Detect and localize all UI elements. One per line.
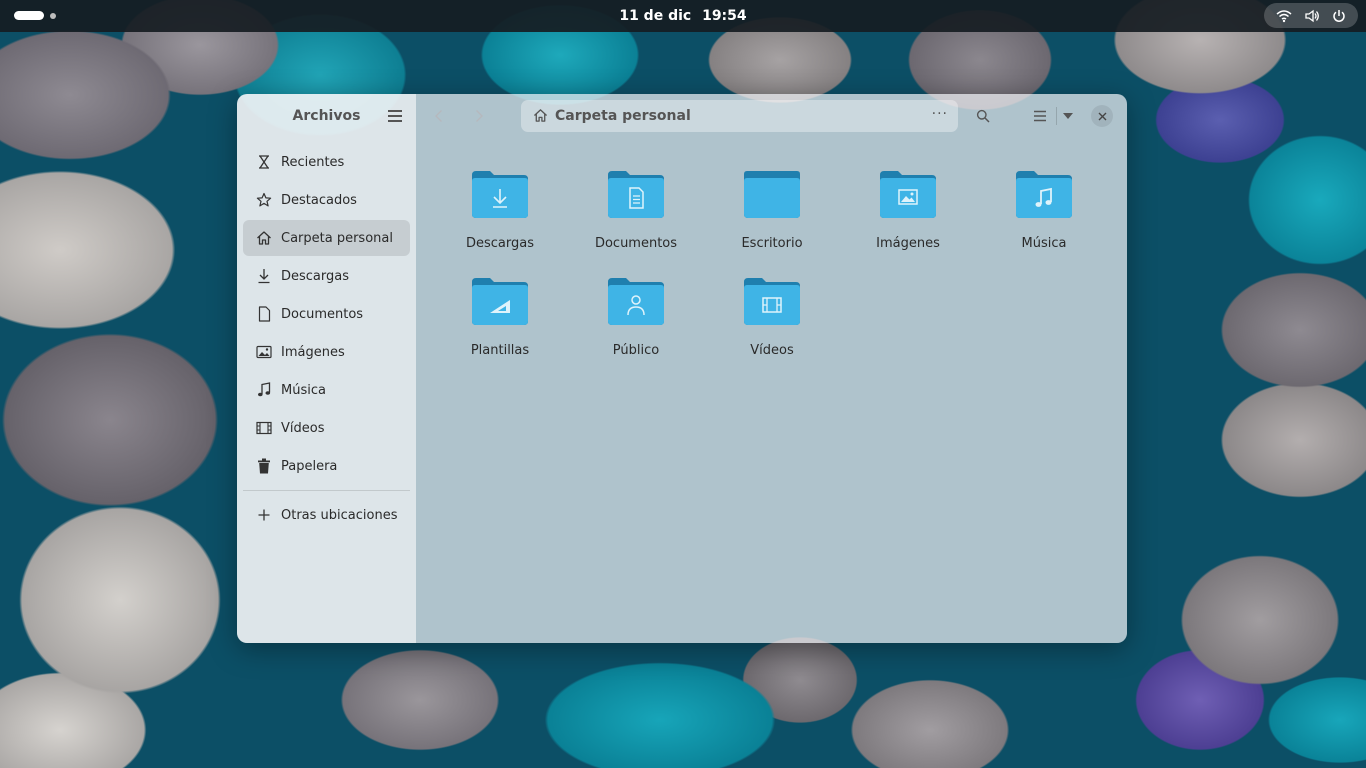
sidebar-item-documentos[interactable]: Documentos bbox=[243, 296, 410, 332]
chevron-right-icon bbox=[476, 110, 483, 122]
sidebar-item-label: Destacados bbox=[281, 192, 357, 208]
sidebar-item-label: Recientes bbox=[281, 154, 345, 170]
clock[interactable]: 11 de dic 19:54 bbox=[0, 8, 1366, 24]
folder-label: Descargas bbox=[465, 236, 534, 251]
sidebar-item-recientes[interactable]: Recientes bbox=[243, 144, 410, 180]
sidebar-item-carpeta-personal[interactable]: Carpeta personal bbox=[243, 220, 410, 256]
folder-imagenes[interactable]: Imágenes bbox=[840, 150, 976, 251]
sidebar: Archivos Recientes Destacados Carpeta pe… bbox=[237, 94, 416, 643]
sidebar-item-label: Imágenes bbox=[281, 344, 345, 360]
folder-label: Música bbox=[1021, 236, 1067, 251]
wifi-icon bbox=[1276, 9, 1292, 23]
system-status-area[interactable] bbox=[1264, 3, 1358, 28]
sidebar-item-label: Carpeta personal bbox=[281, 230, 393, 246]
sidebar-item-destacados[interactable]: Destacados bbox=[243, 182, 410, 218]
clock-date: 11 de dic bbox=[619, 8, 692, 24]
music-icon bbox=[256, 382, 272, 398]
sidebar-item-descargas[interactable]: Descargas bbox=[243, 258, 410, 294]
sidebar-item-label: Otras ubicaciones bbox=[281, 507, 398, 523]
path-menu-button[interactable]: ··· bbox=[932, 106, 948, 122]
sidebar-header: Archivos bbox=[237, 94, 416, 138]
sidebar-item-musica[interactable]: Música bbox=[243, 372, 410, 408]
folder-plantillas[interactable]: Plantillas bbox=[432, 257, 568, 358]
top-bar: 11 de dic 19:54 bbox=[0, 0, 1366, 32]
header-separator bbox=[1056, 107, 1057, 125]
close-icon bbox=[1098, 112, 1106, 120]
folder-person-icon bbox=[608, 278, 664, 325]
sidebar-item-imagenes[interactable]: Imágenes bbox=[243, 334, 410, 370]
home-icon bbox=[533, 108, 548, 127]
search-button[interactable] bbox=[973, 106, 993, 126]
image-icon bbox=[256, 344, 272, 360]
clock-icon bbox=[256, 154, 272, 170]
folder-image-icon bbox=[880, 171, 936, 218]
dropdown-arrow-icon bbox=[1063, 113, 1073, 119]
chevron-left-icon bbox=[435, 110, 442, 122]
folder-label: Plantillas bbox=[470, 343, 530, 358]
sidebar-separator bbox=[243, 490, 410, 491]
sidebar-item-label: Música bbox=[281, 382, 326, 398]
sidebar-item-videos[interactable]: Vídeos bbox=[243, 410, 410, 446]
folder-video-icon bbox=[744, 278, 800, 325]
folder-label: Vídeos bbox=[750, 343, 794, 358]
sidebar-item-label: Descargas bbox=[281, 268, 350, 284]
home-icon bbox=[256, 230, 272, 246]
folder-music-icon bbox=[1016, 171, 1072, 218]
star-icon bbox=[256, 192, 272, 208]
close-button[interactable] bbox=[1091, 105, 1113, 127]
document-icon bbox=[256, 306, 272, 322]
list-view-icon bbox=[1034, 110, 1046, 122]
path-label: Carpeta personal bbox=[555, 108, 691, 124]
folder-label: Escritorio bbox=[741, 236, 803, 251]
folder-label: Imágenes bbox=[876, 236, 940, 251]
places-list: Recientes Destacados Carpeta personal De… bbox=[243, 144, 410, 535]
sidebar-item-papelera[interactable]: Papelera bbox=[243, 448, 410, 484]
video-icon bbox=[256, 420, 272, 436]
folder-label: Documentos bbox=[594, 236, 678, 251]
plus-icon bbox=[256, 507, 272, 523]
folder-documentos[interactable]: Documentos bbox=[568, 150, 704, 251]
folder-label: Público bbox=[612, 343, 660, 358]
folder-descargas[interactable]: Descargas bbox=[432, 150, 568, 251]
folder-escritorio[interactable]: Escritorio bbox=[704, 150, 840, 251]
forward-button[interactable] bbox=[469, 106, 489, 126]
sidebar-item-label: Documentos bbox=[281, 306, 364, 322]
sidebar-item-label: Papelera bbox=[281, 458, 338, 474]
folder-publico[interactable]: Público bbox=[568, 257, 704, 358]
back-button[interactable] bbox=[429, 106, 449, 126]
main-content: Carpeta personal ··· Descargas Documento… bbox=[416, 94, 1127, 643]
main-menu-button[interactable] bbox=[388, 110, 402, 122]
folder-desktop-icon bbox=[744, 171, 800, 218]
volume-icon bbox=[1304, 9, 1320, 23]
sidebar-item-otras-ubicaciones[interactable]: Otras ubicaciones bbox=[243, 497, 410, 533]
sidebar-item-label: Vídeos bbox=[281, 420, 325, 436]
clock-time: 19:54 bbox=[702, 8, 747, 24]
list-view-button[interactable] bbox=[1030, 106, 1050, 126]
folder-download-icon bbox=[472, 171, 528, 218]
desktop-background: 11 de dic 19:54 Archivos Recientes Desta… bbox=[0, 0, 1366, 768]
download-icon bbox=[256, 268, 272, 284]
trash-icon bbox=[256, 458, 272, 474]
folder-template-icon bbox=[472, 278, 528, 325]
power-icon bbox=[1332, 9, 1346, 23]
search-icon bbox=[976, 109, 990, 123]
folder-videos[interactable]: Vídeos bbox=[704, 257, 840, 358]
folder-musica[interactable]: Música bbox=[976, 150, 1112, 251]
file-manager-window: Archivos Recientes Destacados Carpeta pe… bbox=[237, 94, 1127, 643]
folder-document-icon bbox=[608, 171, 664, 218]
view-options-button[interactable] bbox=[1058, 106, 1078, 126]
path-bar[interactable]: Carpeta personal ··· bbox=[521, 100, 958, 132]
header-bar: Carpeta personal ··· bbox=[416, 94, 1127, 138]
